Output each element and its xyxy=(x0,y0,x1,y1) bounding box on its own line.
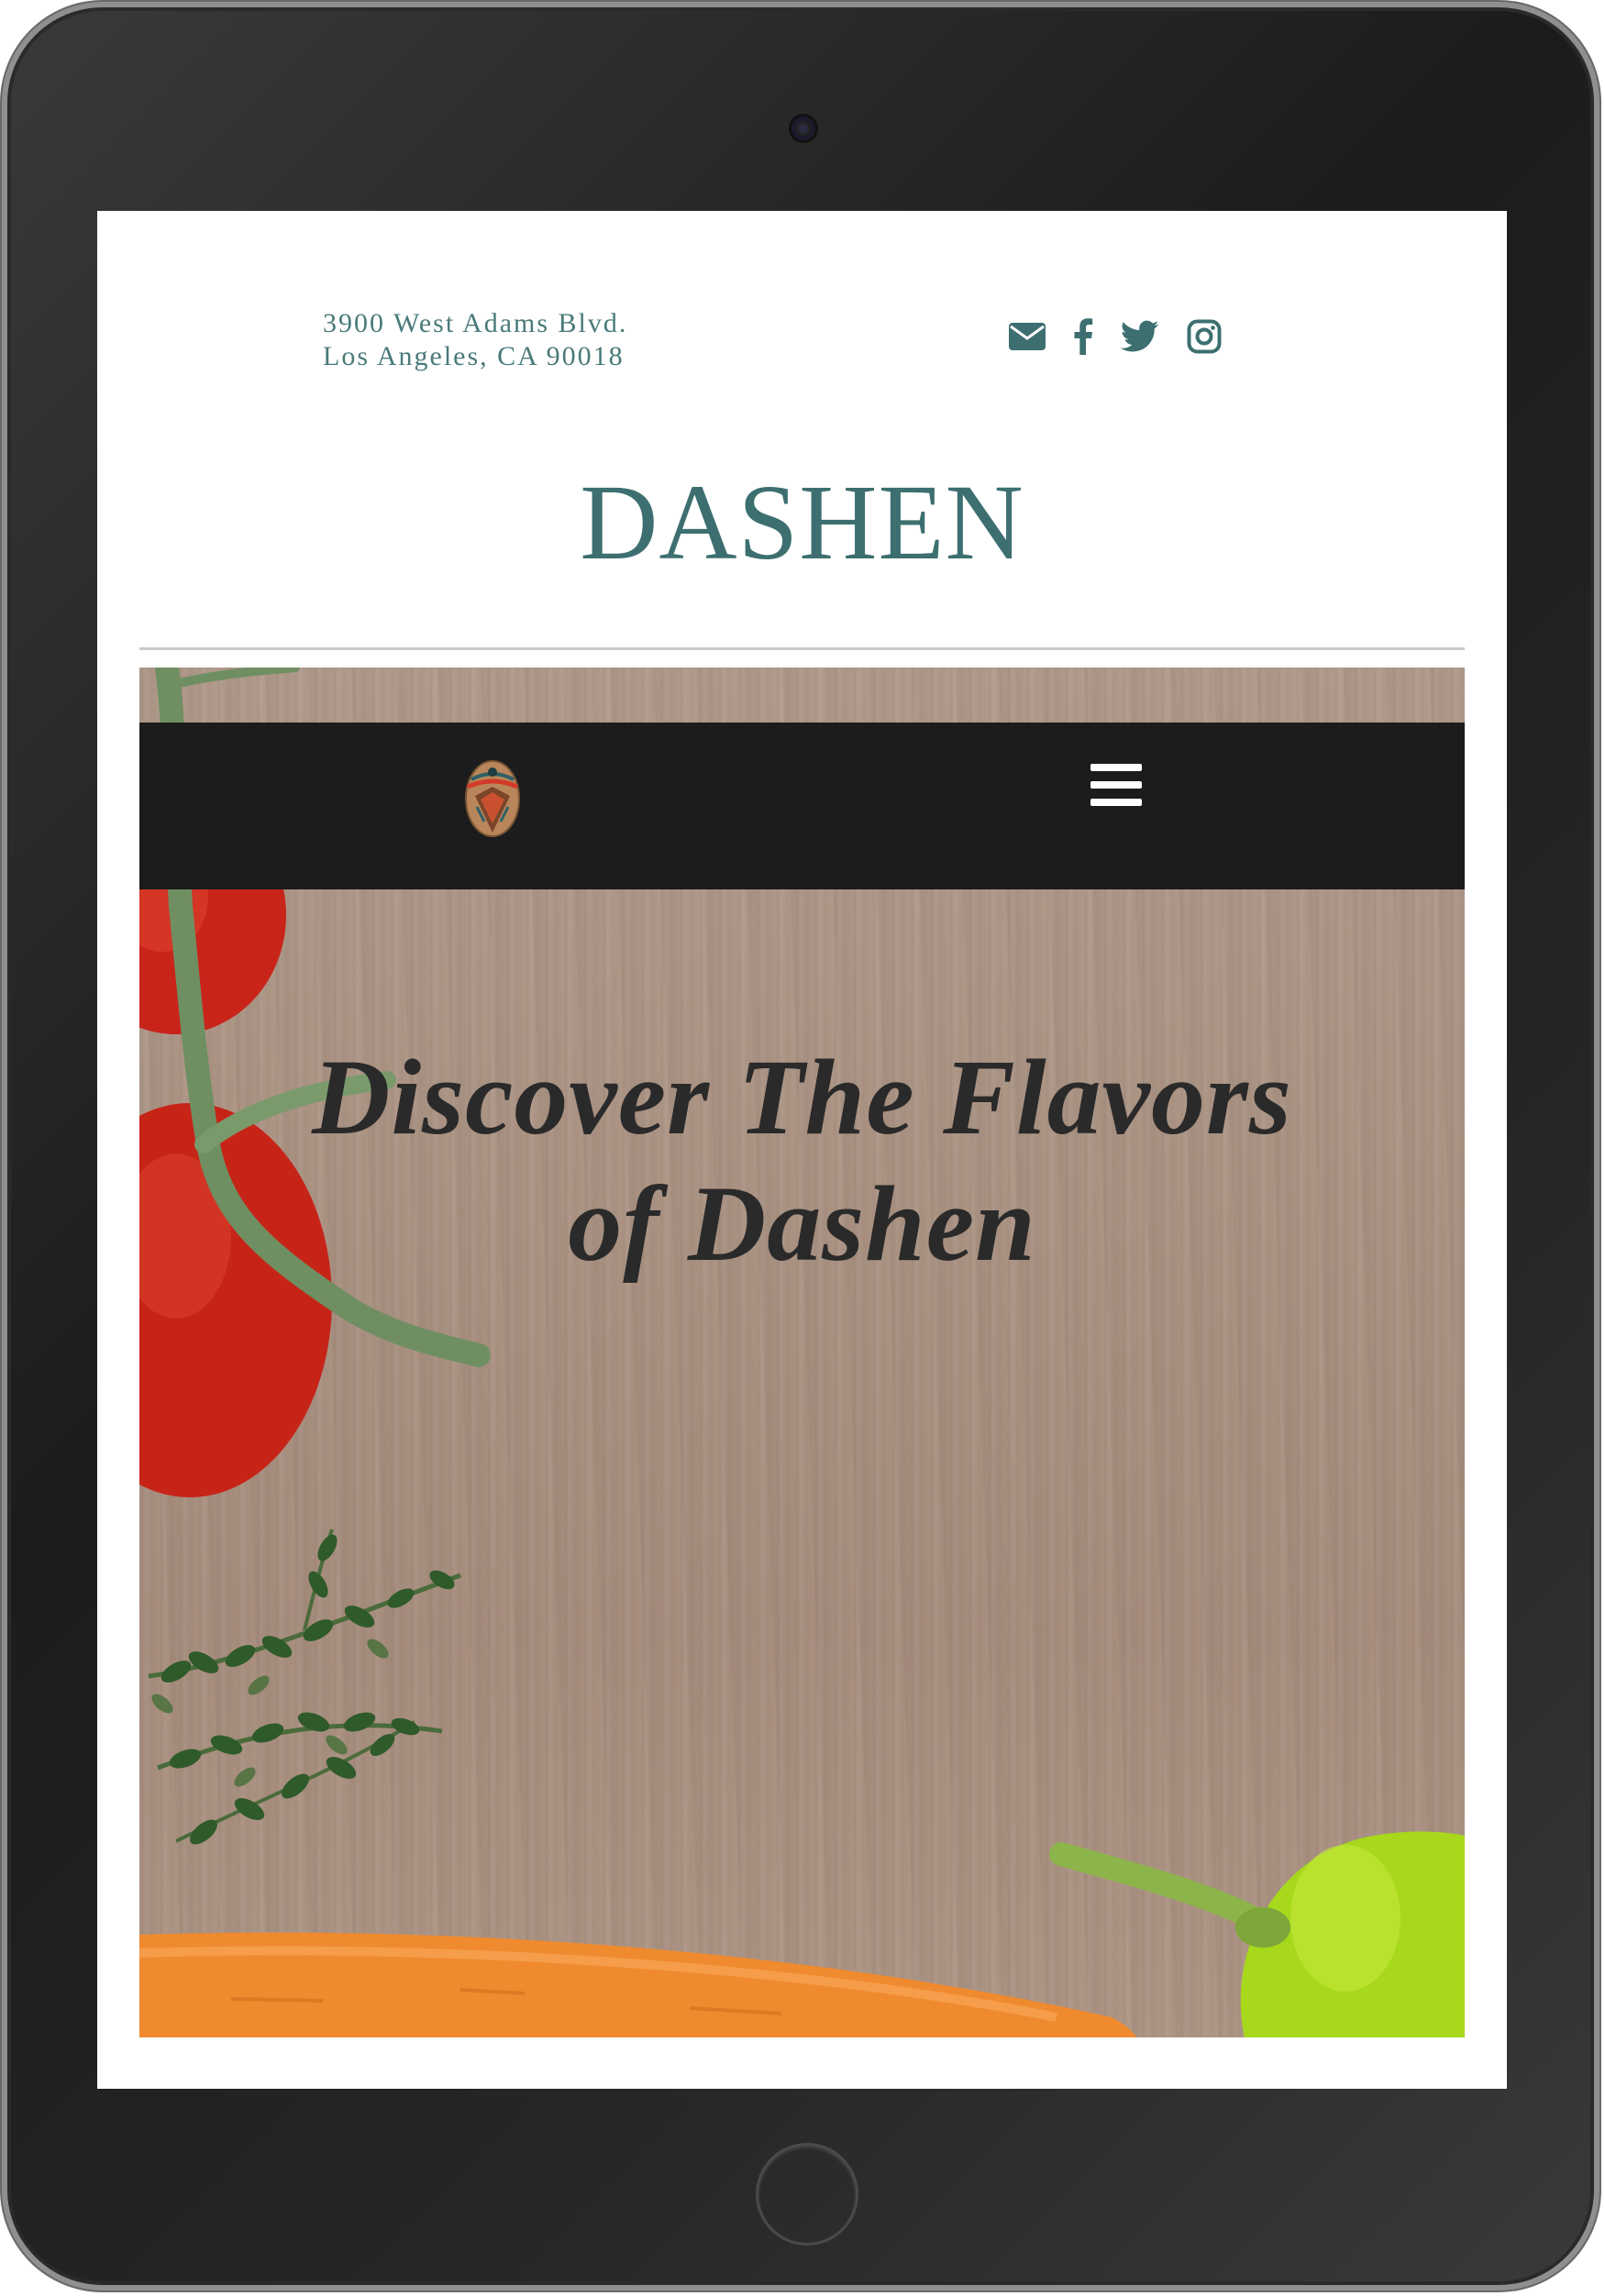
tablet-frame: 3900 West Adams Blvd. Los Angeles, CA 90… xyxy=(2,2,1599,2290)
green-pepper-image xyxy=(1049,1831,1465,2037)
social-links xyxy=(1009,318,1222,355)
front-camera xyxy=(791,116,815,140)
twitter-icon[interactable] xyxy=(1121,320,1159,353)
hamburger-menu-icon[interactable] xyxy=(1090,764,1142,806)
hero-headline-line-1: Discover The Flavors xyxy=(312,1037,1292,1157)
address-line-1: 3900 West Adams Blvd. xyxy=(323,308,628,338)
hero-headline-line-2: of Dashen xyxy=(568,1164,1036,1284)
hero-headline: Discover The Flavors of Dashen xyxy=(139,1034,1465,1287)
hero-banner: Discover The Flavors of Dashen xyxy=(139,668,1465,2037)
thyme-image xyxy=(148,1529,461,1845)
brand-title[interactable]: DASHEN xyxy=(97,468,1507,578)
restaurant-address: 3900 West Adams Blvd. Los Angeles, CA 90… xyxy=(323,307,627,373)
browser-viewport: 3900 West Adams Blvd. Los Angeles, CA 90… xyxy=(97,211,1507,2089)
carrot-image xyxy=(139,1932,1137,2037)
header-divider xyxy=(139,647,1465,650)
dashen-logo-icon[interactable] xyxy=(464,759,521,842)
address-line-2: Los Angeles, CA 90018 xyxy=(323,341,625,371)
home-button[interactable] xyxy=(756,2143,858,2246)
facebook-icon[interactable] xyxy=(1073,318,1093,355)
instagram-icon[interactable] xyxy=(1187,319,1222,354)
main-navbar xyxy=(139,723,1465,889)
envelope-icon[interactable] xyxy=(1009,323,1046,350)
